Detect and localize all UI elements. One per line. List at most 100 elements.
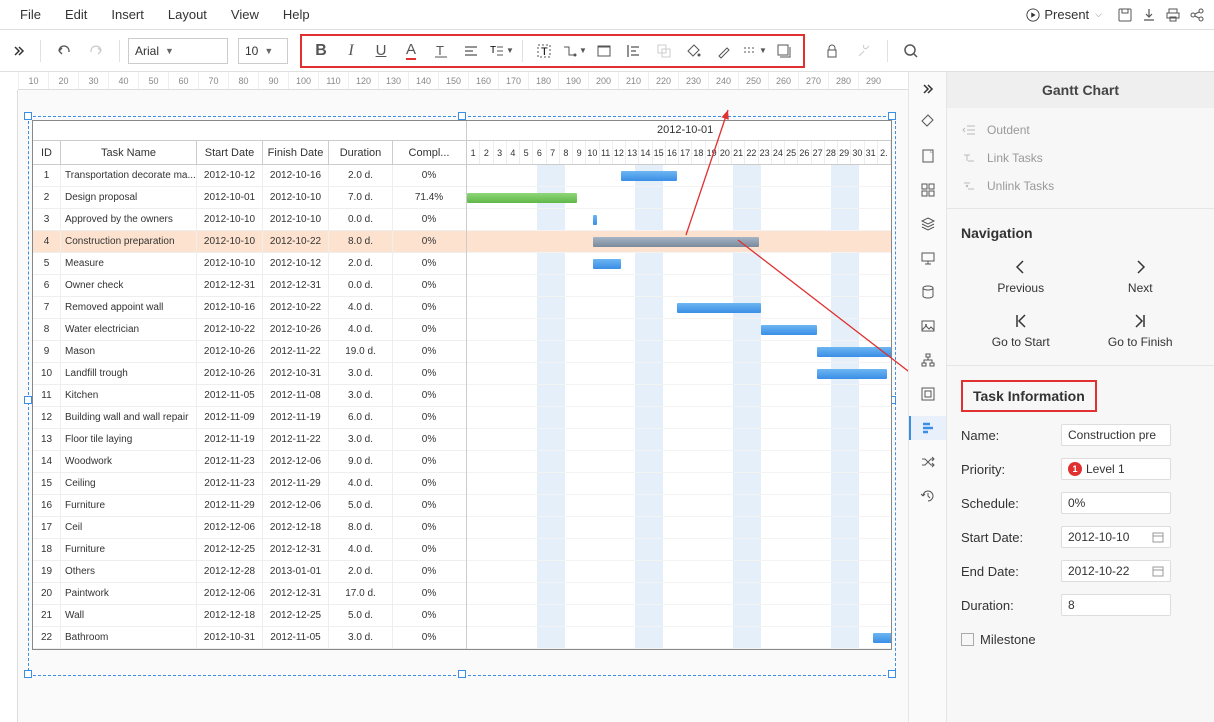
table-row[interactable]: 11Kitchen2012-11-052012-11-083.0 d.0% (33, 385, 466, 407)
gantt-chart[interactable]: ID Task Name Start Date Finish Date Dura… (32, 120, 892, 650)
export-icon[interactable] (1140, 6, 1158, 24)
gantt-bar[interactable] (593, 215, 597, 225)
database-icon[interactable] (916, 280, 940, 304)
gantt-bar[interactable] (873, 633, 891, 643)
table-row[interactable]: 6Owner check2012-12-312012-12-310.0 d.0% (33, 275, 466, 297)
table-row[interactable]: 2Design proposal2012-10-012012-10-107.0 … (33, 187, 466, 209)
grid-icon[interactable] (916, 178, 940, 202)
gantt-bar[interactable] (817, 347, 891, 357)
frame-icon[interactable] (916, 382, 940, 406)
table-row[interactable]: 10Landfill trough2012-10-262012-10-313.0… (33, 363, 466, 385)
page-icon[interactable] (916, 144, 940, 168)
layers-icon[interactable] (916, 212, 940, 236)
gantt-panel-icon[interactable] (909, 416, 946, 440)
table-row[interactable]: 19Others2012-12-282013-01-012.0 d.0% (33, 561, 466, 583)
menu-help[interactable]: Help (271, 3, 322, 26)
org-chart-icon[interactable] (916, 348, 940, 372)
image-button[interactable] (589, 36, 619, 66)
tools-button[interactable] (849, 36, 879, 66)
nav-next[interactable]: Next (1081, 249, 1201, 303)
menu-view[interactable]: View (219, 3, 271, 26)
table-row[interactable]: 18Furniture2012-12-252012-12-314.0 d.0% (33, 539, 466, 561)
svg-text:T: T (436, 43, 444, 58)
menu-edit[interactable]: Edit (53, 3, 99, 26)
table-row[interactable]: 7Removed appoint wall2012-10-162012-10-2… (33, 297, 466, 319)
end-date-input[interactable]: 2012-10-22 (1061, 560, 1171, 582)
start-date-input[interactable]: 2012-10-10 (1061, 526, 1171, 548)
text-highlight-button[interactable]: T (426, 36, 456, 66)
name-input[interactable]: Construction pre (1061, 424, 1171, 446)
canvas-area[interactable]: 1020304050607080901001101201301401501601… (0, 72, 908, 722)
table-row[interactable]: 5Measure2012-10-102012-10-122.0 d.0% (33, 253, 466, 275)
collapse-panel-icon[interactable] (916, 78, 940, 100)
table-row[interactable]: 4Construction preparation2012-10-102012-… (33, 231, 466, 253)
gantt-bar[interactable] (677, 303, 761, 313)
table-row[interactable]: 8Water electrician2012-10-222012-10-264.… (33, 319, 466, 341)
table-row[interactable]: 17Ceil2012-12-062012-12-188.0 d.0% (33, 517, 466, 539)
search-button[interactable] (896, 36, 926, 66)
table-row[interactable]: 16Furniture2012-11-292012-12-065.0 d.0% (33, 495, 466, 517)
outdent-button[interactable]: Outdent (961, 116, 1200, 144)
col-start: Start Date (197, 141, 263, 164)
nav-previous[interactable]: Previous (961, 249, 1081, 303)
schedule-input[interactable]: 0% (1061, 492, 1171, 514)
nav-go-finish[interactable]: Go to Finish (1081, 303, 1201, 357)
italic-button[interactable]: I (336, 36, 366, 66)
table-row[interactable]: 20Paintwork2012-12-062012-12-3117.0 d.0% (33, 583, 466, 605)
font-size-select[interactable]: 10▼ (238, 38, 288, 64)
lock-button[interactable] (817, 36, 847, 66)
unlink-tasks-button[interactable]: Unlink Tasks (961, 172, 1200, 200)
gantt-bar[interactable] (593, 259, 621, 269)
duration-input[interactable]: 8 (1061, 594, 1171, 616)
table-row[interactable]: 22Bathroom2012-10-312012-11-053.0 d.0% (33, 627, 466, 649)
gantt-bar[interactable] (817, 369, 887, 379)
gantt-bar[interactable] (593, 237, 759, 247)
presentation-icon[interactable] (916, 246, 940, 270)
theme-icon[interactable] (916, 110, 940, 134)
image-panel-icon[interactable] (916, 314, 940, 338)
nav-go-start[interactable]: Go to Start (961, 303, 1081, 357)
side-toolbar (908, 72, 946, 722)
menu-insert[interactable]: Insert (99, 3, 156, 26)
underline-button[interactable]: U (366, 36, 396, 66)
table-row[interactable]: 13Floor tile laying2012-11-192012-11-223… (33, 429, 466, 451)
table-row[interactable]: 14Woodwork2012-11-232012-12-069.0 d.0% (33, 451, 466, 473)
milestone-checkbox[interactable] (961, 633, 974, 646)
font-select[interactable]: Arial▼ (128, 38, 228, 64)
link-tasks-button[interactable]: Link Tasks (961, 144, 1200, 172)
table-row[interactable]: 9Mason2012-10-262012-11-2219.0 d.0% (33, 341, 466, 363)
gantt-bar[interactable] (621, 171, 677, 181)
table-row[interactable]: 15Ceiling2012-11-232012-11-294.0 d.0% (33, 473, 466, 495)
font-color-button[interactable]: A (396, 36, 426, 66)
print-icon[interactable] (1164, 6, 1182, 24)
save-icon[interactable] (1116, 6, 1134, 24)
menu-file[interactable]: File (8, 3, 53, 26)
gantt-bar[interactable] (761, 325, 817, 335)
shadow-button[interactable] (769, 36, 799, 66)
table-row[interactable]: 1Transportation decorate ma...2012-10-12… (33, 165, 466, 187)
share-icon[interactable] (1188, 6, 1206, 24)
undo-button[interactable] (49, 36, 79, 66)
text-tool-button[interactable]: T (529, 36, 559, 66)
fill-button[interactable] (679, 36, 709, 66)
connector-button[interactable]: ▼ (559, 36, 589, 66)
group-button[interactable] (649, 36, 679, 66)
expand-toolbar-icon[interactable] (6, 43, 32, 59)
table-row[interactable]: 3Approved by the owners2012-10-102012-10… (33, 209, 466, 231)
line-style-button[interactable]: ▼ (739, 36, 769, 66)
table-row[interactable]: 21Wall2012-12-182012-12-255.0 d.0% (33, 605, 466, 627)
present-button[interactable]: Present ⌵ (1018, 4, 1110, 25)
gantt-bar[interactable] (467, 193, 577, 203)
table-row[interactable]: 12Building wall and wall repair2012-11-0… (33, 407, 466, 429)
redo-button[interactable] (81, 36, 111, 66)
align-objects-button[interactable] (619, 36, 649, 66)
navigation-heading: Navigation (961, 217, 1200, 249)
priority-input[interactable]: 1Level 1 (1061, 458, 1171, 480)
menu-layout[interactable]: Layout (156, 3, 219, 26)
line-color-button[interactable] (709, 36, 739, 66)
line-spacing-button[interactable]: T▼ (486, 36, 516, 66)
bold-button[interactable]: B (306, 36, 336, 66)
shuffle-icon[interactable] (916, 450, 940, 474)
align-left-button[interactable] (456, 36, 486, 66)
history-icon[interactable] (916, 484, 940, 508)
